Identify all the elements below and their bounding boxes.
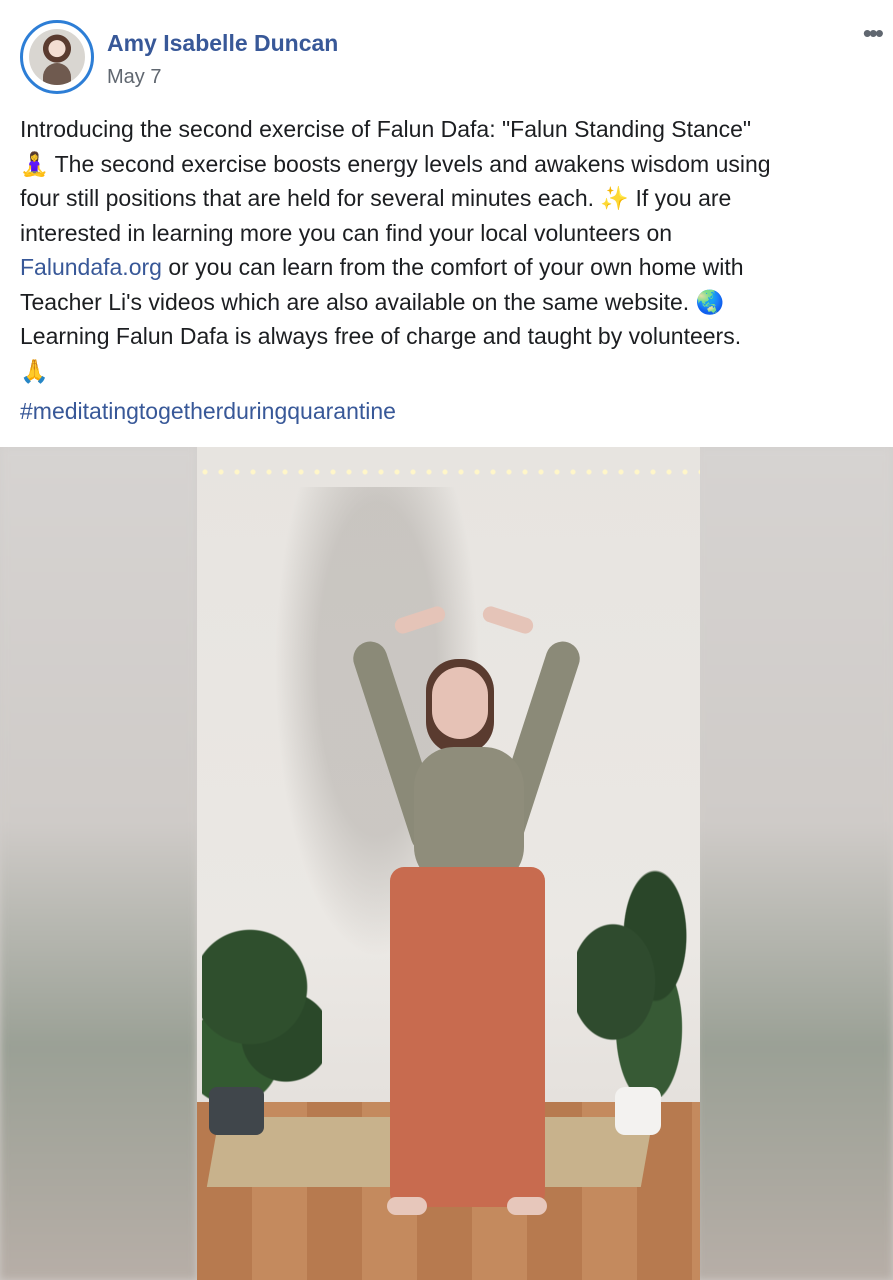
- praying-hands-icon: 🙏: [20, 357, 49, 384]
- author-name[interactable]: Amy Isabelle Duncan: [107, 30, 338, 57]
- post-line-3: four still positions that are held for s…: [20, 181, 880, 216]
- post-line-1: Introducing the second exercise of Falun…: [20, 112, 880, 147]
- left-foot: [387, 1197, 427, 1215]
- post-line-4-text: interested in learning more you can find…: [20, 219, 673, 246]
- left-hand: [392, 604, 448, 636]
- post-line-2: 🧘‍♀️ The second exercise boosts energy l…: [20, 147, 880, 182]
- post-date[interactable]: May 7: [107, 66, 161, 89]
- video-blur-right: [696, 447, 893, 1280]
- pot-left: [209, 1087, 264, 1135]
- post-line-5: Falundafa.org or you can learn from the …: [20, 250, 880, 285]
- right-hand: [480, 604, 536, 636]
- post-line-1-text: Introducing the second exercise of Falun…: [20, 116, 752, 142]
- facebook-post: Amy Isabelle Duncan May 7 ••• Introducin…: [0, 0, 893, 1280]
- video-frame[interactable]: [197, 447, 700, 1280]
- post-line-8: 🙏: [20, 354, 880, 389]
- post-video[interactable]: [0, 447, 893, 1280]
- post-line-6-text: Teacher Li's videos which are also avail…: [20, 288, 690, 315]
- post-line-3-text: four still positions that are held for s…: [20, 185, 595, 211]
- right-foot: [507, 1197, 547, 1215]
- avatar[interactable]: [20, 20, 94, 94]
- post-line-7-text: Learning Falun Dafa is always free of ch…: [20, 323, 742, 349]
- post-line-2-text: The second exercise boosts energy levels…: [54, 150, 771, 177]
- post-line-5-text: or you can learn from the comfort of you…: [168, 254, 744, 280]
- string-lights: [197, 469, 700, 475]
- post-line-6: Teacher Li's videos which are also avail…: [20, 285, 880, 320]
- wide-pants: [390, 867, 545, 1207]
- plant-right: [577, 867, 697, 1097]
- post-header: Amy Isabelle Duncan May 7 •••: [0, 0, 893, 110]
- globe-icon: 🌏: [695, 288, 725, 315]
- video-blur-left: [0, 447, 197, 1280]
- more-options-icon[interactable]: •••: [863, 18, 884, 49]
- top: [414, 747, 524, 887]
- falundafa-link[interactable]: Falundafa.org: [20, 254, 162, 280]
- face: [432, 667, 488, 739]
- meditation-icon: 🧘‍♀️: [20, 150, 49, 177]
- avatar-image: [29, 29, 85, 85]
- post-line-3-after: If you are: [635, 185, 732, 211]
- standing-woman: [342, 597, 592, 1247]
- post-text: Introducing the second exercise of Falun…: [20, 112, 880, 388]
- pot-right: [615, 1087, 661, 1135]
- hashtag-link[interactable]: #meditatingtogetherduringquarantine: [20, 398, 396, 425]
- post-line-4: interested in learning more you can find…: [20, 216, 880, 251]
- post-line-7: Learning Falun Dafa is always free of ch…: [20, 319, 880, 354]
- sparkles-icon: ✨: [600, 185, 630, 211]
